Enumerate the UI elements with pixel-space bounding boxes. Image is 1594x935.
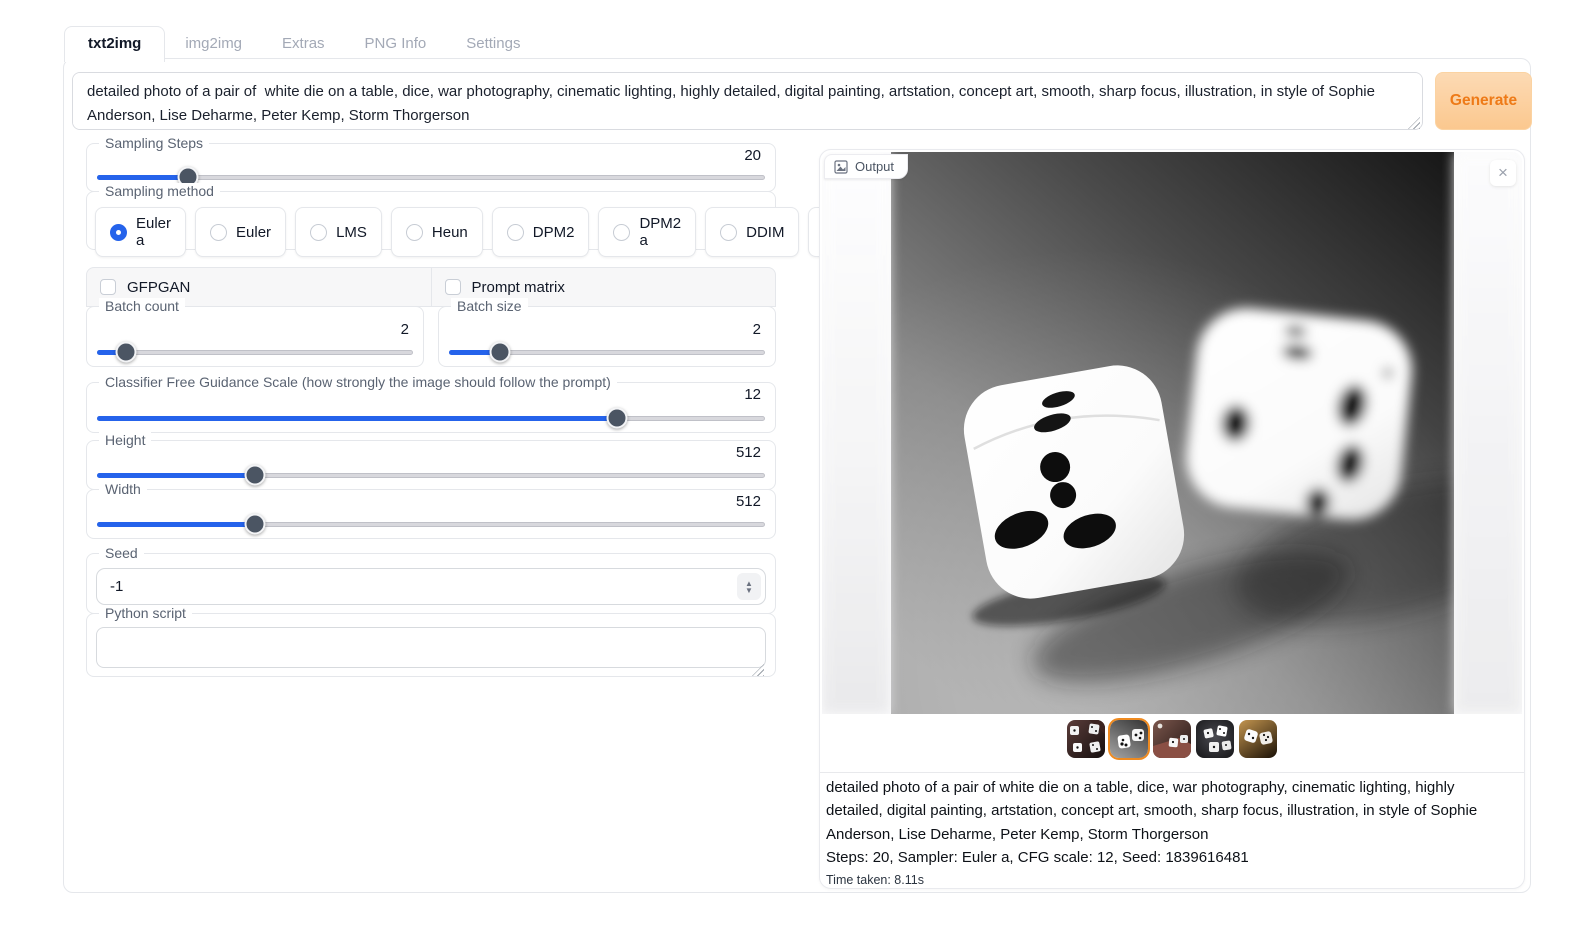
sampling-steps-slider[interactable] <box>97 175 765 180</box>
python-script-input[interactable] <box>96 627 766 668</box>
batch-size-group: Batch size 2 <box>438 306 776 367</box>
radio-icon <box>613 224 630 241</box>
batch-size-value: 2 <box>753 321 761 338</box>
cfg-scale-label: Classifier Free Guidance Scale (how stro… <box>99 374 617 390</box>
batch-count-slider[interactable] <box>97 350 413 355</box>
radio-icon <box>310 224 327 241</box>
radio-icon <box>210 224 227 241</box>
sampler-option-dpm2a[interactable]: DPM2 a <box>598 207 696 257</box>
sampler-option-ddim[interactable]: DDIM <box>705 207 799 257</box>
sampling-steps-value: 20 <box>744 147 761 164</box>
height-slider-handle[interactable] <box>244 465 265 486</box>
gallery-thumb-3[interactable] <box>1153 720 1191 758</box>
height-label: Height <box>99 432 151 448</box>
tab-settings[interactable]: Settings <box>446 27 540 60</box>
output-params-text: Steps: 20, Sampler: Euler a, CFG scale: … <box>826 846 1512 869</box>
output-image-stage: Output × <box>822 152 1522 714</box>
cfg-scale-group: Classifier Free Guidance Scale (how stro… <box>86 382 776 433</box>
image-blur-edge-right <box>1454 152 1522 714</box>
gallery-thumb-2-selected[interactable] <box>1110 720 1148 758</box>
seed-input[interactable] <box>96 568 766 605</box>
prompt-input[interactable]: detailed photo of a pair of white die on… <box>72 72 1423 130</box>
tab-bar: txt2img img2img Extras PNG Info Settings <box>64 26 540 60</box>
cfg-scale-value: 12 <box>744 386 761 403</box>
sampling-steps-label: Sampling Steps <box>99 135 209 151</box>
tab-png-info[interactable]: PNG Info <box>345 27 447 60</box>
gallery-thumb-1[interactable] <box>1067 720 1105 758</box>
batch-row: Batch count 2 Batch size 2 <box>86 306 776 367</box>
sampling-method-label: Sampling method <box>99 183 220 199</box>
batch-size-slider[interactable] <box>449 350 765 355</box>
image-blur-edge-left <box>822 152 890 714</box>
sampler-option-heun[interactable]: Heun <box>391 207 483 257</box>
tab-txt2img[interactable]: txt2img <box>64 26 165 62</box>
seed-stepper[interactable]: ▲▼ <box>737 573 761 600</box>
sampling-method-group: Sampling method Euler a Euler LMS Heun D… <box>86 191 776 250</box>
height-group: Height 512 <box>86 440 776 490</box>
batch-count-value: 2 <box>401 321 409 338</box>
prompt-matrix-checkbox[interactable] <box>445 279 461 295</box>
batch-size-slider-handle[interactable] <box>490 342 511 363</box>
output-info: detailed photo of a pair of white die on… <box>826 776 1512 887</box>
sampler-option-euler-a[interactable]: Euler a <box>95 207 186 257</box>
batch-count-label: Batch count <box>99 298 185 314</box>
image-icon <box>834 160 848 174</box>
gallery-thumb-4[interactable] <box>1196 720 1234 758</box>
gfpgan-checkbox[interactable] <box>100 279 116 295</box>
cfg-scale-slider[interactable] <box>97 416 765 421</box>
gfpgan-label: GFPGAN <box>127 279 190 296</box>
radio-icon <box>720 224 737 241</box>
output-prompt-text: detailed photo of a pair of white die on… <box>826 776 1512 846</box>
prompt-matrix-label: Prompt matrix <box>472 279 565 296</box>
batch-count-slider-handle[interactable] <box>116 342 137 363</box>
output-divider <box>820 772 1524 773</box>
seed-label: Seed <box>99 545 144 561</box>
height-slider[interactable] <box>97 473 765 478</box>
tab-extras[interactable]: Extras <box>262 27 345 60</box>
width-slider-handle[interactable] <box>244 514 265 535</box>
generate-button[interactable]: Generate <box>1435 72 1532 130</box>
output-label-chip: Output <box>824 154 908 179</box>
sampler-option-dpm2[interactable]: DPM2 <box>492 207 590 257</box>
width-value: 512 <box>736 493 761 510</box>
radio-icon <box>110 224 127 241</box>
python-script-label: Python script <box>99 605 192 621</box>
height-value: 512 <box>736 444 761 461</box>
sampler-option-lms[interactable]: LMS <box>295 207 382 257</box>
batch-count-group: Batch count 2 <box>86 306 424 367</box>
settings-column: Sampling Steps 20 Sampling method Euler … <box>86 143 776 677</box>
gallery-thumb-5[interactable] <box>1239 720 1277 758</box>
width-slider[interactable] <box>97 522 765 527</box>
txt2img-panel: detailed photo of a pair of white die on… <box>63 58 1531 893</box>
toggle-row: GFPGAN Prompt matrix <box>86 267 776 307</box>
tab-img2img[interactable]: img2img <box>165 27 262 60</box>
close-output-button[interactable]: × <box>1490 160 1516 186</box>
width-group: Width 512 <box>86 489 776 539</box>
cfg-scale-slider-handle[interactable] <box>607 408 628 429</box>
stepper-down-icon[interactable]: ▼ <box>745 587 753 594</box>
sampler-option-euler[interactable]: Euler <box>195 207 286 257</box>
batch-size-label: Batch size <box>451 298 528 314</box>
width-label: Width <box>99 481 147 497</box>
output-label: Output <box>855 159 894 174</box>
radio-icon <box>406 224 423 241</box>
output-time-taken: Time taken: 8.11s <box>826 873 1512 887</box>
generated-image[interactable] <box>891 152 1454 714</box>
output-card: Output × <box>819 149 1525 889</box>
sampler-radio-group: Euler a Euler LMS Heun DPM2 DPM2 a DDIM … <box>87 192 775 257</box>
radio-icon <box>507 224 524 241</box>
output-gallery <box>820 720 1524 758</box>
python-script-group: Python script <box>86 613 776 677</box>
